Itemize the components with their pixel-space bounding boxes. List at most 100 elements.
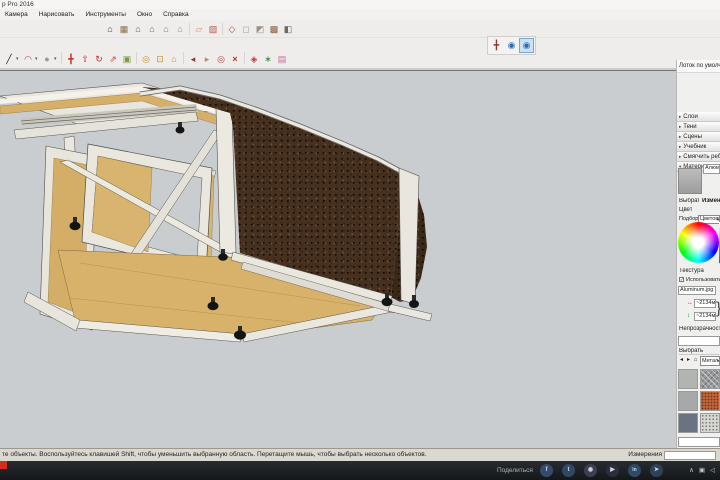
bottom-bar: Поделиться f t ◉ ▶ in ➤ ∧ ▣ ◁ <box>0 461 720 480</box>
move-tool-icon[interactable]: ╋ <box>64 52 78 66</box>
dropdown-arrow-icon[interactable]: ▾ <box>54 52 59 66</box>
tab-edit[interactable]: Изменить <box>702 198 720 204</box>
camera-toolbar: ╋ ◉ ◉ <box>487 36 536 55</box>
material-name-field[interactable]: Алюминий <box>703 164 720 174</box>
record-indicator <box>0 461 7 469</box>
panel-soften-edges[interactable]: ▸Смягчить ребра <box>677 152 720 162</box>
speaker-icon[interactable]: ◁ <box>710 466 715 474</box>
material-swatch-brushed-gray[interactable] <box>678 391 698 411</box>
close-tool-icon[interactable]: × <box>228 52 242 66</box>
style-back-edges-icon[interactable]: ▨ <box>206 22 220 36</box>
view-left-icon[interactable]: ⌂ <box>173 22 187 36</box>
look-around-icon[interactable]: ◉ <box>519 38 534 53</box>
social-buttons: f t ◉ ▶ in ➤ <box>540 464 663 477</box>
section-plane-tool-icon[interactable]: ◈ <box>247 52 261 66</box>
tray-title: Лоток по умолчанию <box>677 60 720 73</box>
texture-section-label: Текстура <box>679 268 704 274</box>
previous-view-icon[interactable]: ◂ <box>186 52 200 66</box>
style-textured-icon[interactable]: ▩ <box>267 22 281 36</box>
add-location-tool-icon[interactable]: ∗ <box>261 52 275 66</box>
chevron-up-icon[interactable]: ∧ <box>689 466 694 474</box>
scale-tool-icon[interactable]: ⇗ <box>106 52 120 66</box>
linkedin-icon[interactable]: in <box>628 464 641 477</box>
panel-layers[interactable]: ▸ Слои <box>677 112 720 122</box>
zoom-extents-tool-icon[interactable]: ⌂ <box>167 52 181 66</box>
view-top-icon[interactable]: ▦ <box>117 22 131 36</box>
display-icon[interactable]: ▣ <box>699 466 705 474</box>
line-tool-icon[interactable]: ╱ <box>2 52 16 66</box>
push-pull-tool-icon[interactable]: ⇧ <box>78 52 92 66</box>
rotate-tool-icon[interactable]: ↻ <box>92 52 106 66</box>
instagram-icon[interactable]: ◉ <box>584 464 597 477</box>
in-model-icon[interactable]: ⌂ <box>692 356 699 365</box>
toolbar-separator <box>222 22 223 35</box>
model-viewport[interactable] <box>0 68 676 448</box>
use-texture-checkbox[interactable]: ✓ <box>679 277 684 282</box>
view-back-icon[interactable]: ⌂ <box>159 22 173 36</box>
material-preview <box>678 168 702 194</box>
texture-width-field[interactable]: ~2134мм <box>694 299 716 308</box>
view-iso-icon[interactable]: ⌂ <box>103 22 117 36</box>
menu-help[interactable]: Справка <box>163 11 189 18</box>
opacity-field[interactable] <box>678 336 720 346</box>
toolbar-separator <box>244 52 245 64</box>
style-hidden-line-icon[interactable]: ◻ <box>239 22 253 36</box>
paint-tool-icon[interactable]: ▤ <box>275 52 289 66</box>
texture-height-field[interactable]: ~2134мм <box>694 312 716 321</box>
next-view-icon[interactable]: ▸ <box>200 52 214 66</box>
chevron-right-icon: ▸ <box>679 143 682 149</box>
offset-tool-icon[interactable]: ▣ <box>120 52 134 66</box>
menu-draw[interactable]: Нарисовать <box>39 11 75 18</box>
measurements-input[interactable] <box>664 450 716 460</box>
orbit-icon[interactable]: ◉ <box>504 38 519 53</box>
style-monochrome-icon[interactable]: ◧ <box>281 22 295 36</box>
view-front-icon[interactable]: ⌂ <box>131 22 145 36</box>
menu-camera[interactable]: Камера <box>5 11 28 18</box>
zoom-window-tool-icon[interactable]: ⊡ <box>153 52 167 66</box>
texture-file-field[interactable]: Aluminum.jpg <box>678 286 716 295</box>
panel-shadows[interactable]: ▸ Тени <box>677 122 720 132</box>
material-swatch-diamond-plate[interactable] <box>700 369 720 389</box>
material-search-field[interactable] <box>678 437 720 447</box>
shape-tool-icon[interactable]: ● <box>40 52 54 66</box>
arc-tool-icon[interactable]: ◠ <box>21 52 35 66</box>
tab-select[interactable]: Выбрать <box>679 198 699 204</box>
panel-scenes[interactable]: ▸ Сцены <box>677 132 720 142</box>
style-wireframe-icon[interactable]: ◇ <box>225 22 239 36</box>
material-swatch-perforated[interactable] <box>700 413 720 433</box>
forward-arrow-icon[interactable]: ▸ <box>685 356 692 365</box>
tools-toolbar: ╱ ▾ ◠ ▾ ● ▾ ╋ ⇧ ↻ ⇗ ▣ ◎ ⊡ ⌂ ◂ ▸ ◎ × ◈ ∗ … <box>0 38 720 68</box>
view-right-icon[interactable]: ⌂ <box>145 22 159 36</box>
zoom-tool-icon[interactable]: ◎ <box>139 52 153 66</box>
telegram-icon[interactable]: ➤ <box>650 464 663 477</box>
color-wheel[interactable] <box>678 222 719 263</box>
share-label: Поделиться <box>497 467 533 474</box>
status-hint: те объекты. Воспользуйтесь клавишей Shif… <box>2 451 427 458</box>
material-swatch-aluminum[interactable] <box>678 369 698 389</box>
menu-window[interactable]: Окно <box>137 11 152 18</box>
height-arrow-icon: ↕ <box>687 313 690 319</box>
menu-tools[interactable]: Инструменты <box>85 11 126 18</box>
material-swatch-blue-steel[interactable] <box>678 413 698 433</box>
toolbar-separator <box>189 22 190 35</box>
style-shaded-icon[interactable]: ◩ <box>253 22 267 36</box>
zoom-selection-icon[interactable]: ◎ <box>214 52 228 66</box>
youtube-icon[interactable]: ▶ <box>606 464 619 477</box>
position-camera-icon[interactable]: ╋ <box>489 38 504 53</box>
material-swatch-copper[interactable] <box>700 391 720 411</box>
width-arrow-icon: ↔ <box>687 300 693 306</box>
tray-panels: ▸ Слои ▸ Тени ▸ Сцены ▸ Учебник ▸ Смягчить ре… <box>677 112 720 172</box>
sketchup-window: p Pro 2016 Камера Нарисовать Инструменты… <box>0 0 720 480</box>
chevron-right-icon: ▸ <box>679 153 682 159</box>
link-dimensions-icon[interactable]: } <box>716 300 720 318</box>
status-bar: те объекты. Воспользуйтесь клавишей Shif… <box>0 448 720 461</box>
toolbar-separator <box>183 52 184 64</box>
category-select[interactable]: Металл ▾ <box>700 356 720 366</box>
window-title: p Pro 2016 <box>0 0 720 9</box>
style-xray-icon[interactable]: ▱ <box>192 22 206 36</box>
select-section-label: Выбрать <box>679 348 719 355</box>
facebook-icon[interactable]: f <box>540 464 553 477</box>
back-arrow-icon[interactable]: ◂ <box>678 356 685 365</box>
twitter-icon[interactable]: t <box>562 464 575 477</box>
panel-instructor[interactable]: ▸ Учебник <box>677 142 720 152</box>
